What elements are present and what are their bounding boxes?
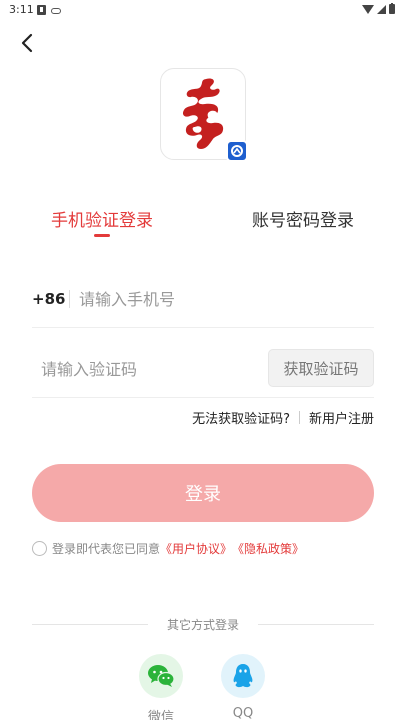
tab-phone-login[interactable]: 手机验证登录 [51, 206, 153, 231]
phone-row: +86 [32, 272, 374, 328]
phone-input[interactable] [79, 284, 359, 314]
divider [258, 624, 374, 625]
country-code[interactable]: +86 [32, 290, 65, 308]
help-links: 无法获取验证码? 新用户注册 [192, 408, 374, 427]
battery-icon [389, 2, 395, 14]
get-code-button[interactable]: 获取验证码 [268, 349, 374, 387]
back-arrow-icon [21, 33, 33, 53]
code-row: 获取验证码 [32, 342, 374, 398]
code-input[interactable] [41, 354, 251, 384]
qq-icon [233, 664, 253, 688]
tab-account-login[interactable]: 账号密码登录 [252, 206, 354, 231]
wechat-login-button[interactable]: 微信 [139, 654, 183, 720]
wechat-icon-circle [139, 654, 183, 698]
qq-login-button[interactable]: QQ [221, 654, 265, 720]
user-agreement-link[interactable]: 《用户协议》 [160, 540, 232, 557]
signal-icon [377, 4, 386, 14]
wifi-icon [362, 4, 374, 14]
agreement: 登录即代表您已同意 《用户协议》 《隐私政策》 [32, 540, 304, 557]
agreement-text: 登录即代表您已同意 [52, 542, 161, 556]
qq-label: QQ [232, 706, 254, 720]
no-code-link[interactable]: 无法获取验证码? [192, 408, 290, 427]
other-login-divider: 其它方式登录 [32, 616, 374, 634]
status-notification-icons [37, 5, 61, 15]
status-bar: 3:11 [0, 0, 405, 22]
status-system-icons [362, 2, 395, 14]
wechat-icon [148, 665, 175, 687]
wechat-label: 微信 [147, 710, 174, 720]
app-logo [160, 68, 248, 162]
tab-active-indicator [94, 234, 110, 237]
qq-icon-circle [221, 654, 265, 698]
divider [69, 290, 70, 308]
sim-icon [37, 5, 46, 15]
register-link[interactable]: 新用户注册 [309, 408, 374, 427]
app-badge-icon [226, 140, 248, 162]
login-button[interactable]: 登录 [32, 464, 374, 522]
status-time: 3:11 [9, 3, 34, 16]
divider [298, 411, 300, 424]
privacy-policy-link[interactable]: 《隐私政策》 [232, 540, 304, 557]
cloud-icon [51, 7, 61, 14]
agree-checkbox[interactable] [32, 541, 47, 556]
back-button[interactable] [14, 30, 40, 56]
